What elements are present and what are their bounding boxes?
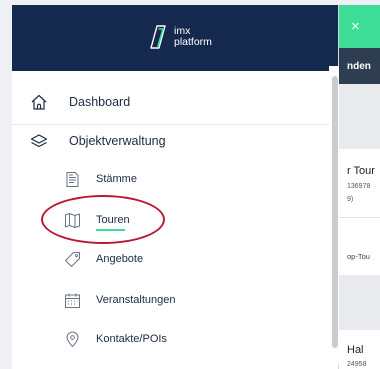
- background-app: × nden r Tour 136978 9) op-Tou Hal 24958: [339, 5, 380, 369]
- imx-logo-text: imx platform: [174, 26, 212, 48]
- sidebar: imx platform Dashboard Objektverwaltung …: [12, 5, 339, 369]
- tag-icon: [65, 252, 80, 267]
- sidebar-item-label: Stämme: [96, 173, 137, 185]
- close-button[interactable]: ×: [339, 5, 380, 48]
- app-frame: × nden r Tour 136978 9) op-Tou Hal 24958…: [0, 0, 380, 369]
- background-row-sub: 9): [347, 196, 354, 203]
- imx-logo-icon: [150, 25, 166, 49]
- background-row-title: r Tour: [347, 165, 375, 177]
- background-panel: [339, 275, 380, 330]
- sidebar-item-label: Angebote: [96, 253, 144, 265]
- sidebar-item-dashboard[interactable]: Dashboard: [12, 83, 338, 121]
- sidebar-subitem-kontakte-pois[interactable]: Kontakte/POIs: [12, 321, 338, 359]
- sidebar-item-label: Kontakte/POIs: [96, 333, 167, 345]
- background-separator: [339, 217, 380, 218]
- document-icon: [66, 172, 79, 187]
- layers-icon: [30, 134, 48, 148]
- background-row-title: op-Tou: [347, 252, 370, 261]
- background-tab-label: nden: [347, 60, 371, 72]
- background-row-title: Hal: [347, 344, 364, 356]
- highlight-annotation-circle: [41, 195, 165, 244]
- close-icon: ×: [351, 18, 360, 35]
- background-row-sub: 136978: [347, 183, 371, 190]
- sidebar-item-label: Veranstaltungen: [96, 294, 176, 306]
- sidebar-scrollbar-thumb[interactable]: [332, 76, 338, 348]
- location-pin-icon: [66, 331, 79, 347]
- sidebar-subitem-angebote[interactable]: Angebote: [12, 241, 338, 279]
- sidebar-subitem-veranstaltungen[interactable]: Veranstaltungen: [12, 282, 338, 320]
- home-icon: [31, 94, 47, 110]
- sidebar-item-label: Objektverwaltung: [69, 134, 166, 148]
- logo-line-2: platform: [174, 36, 212, 48]
- sidebar-header: imx platform: [12, 5, 338, 71]
- background-tab-bar[interactable]: nden: [339, 48, 380, 84]
- sidebar-subitem-staemme[interactable]: Stämme: [12, 161, 338, 199]
- background-row-sub: 24958: [347, 361, 367, 368]
- sidebar-item-objektverwaltung[interactable]: Objektverwaltung: [12, 122, 338, 160]
- sidebar-item-label: Dashboard: [69, 95, 131, 109]
- calendar-icon: [65, 293, 80, 308]
- imx-logo[interactable]: imx platform: [150, 24, 212, 50]
- background-panel: [339, 84, 380, 149]
